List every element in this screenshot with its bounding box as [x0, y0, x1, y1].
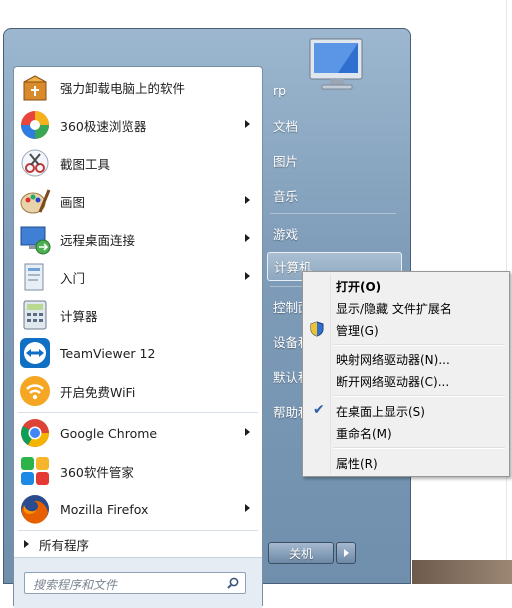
triangle-right-icon	[24, 540, 29, 548]
right-link-music[interactable]: 音乐	[267, 180, 402, 210]
submenu-arrow-icon[interactable]	[245, 234, 250, 242]
context-separator	[333, 395, 505, 397]
right-separator	[270, 213, 396, 214]
context-item-label: 显示/隐藏 文件扩展名	[336, 302, 452, 316]
program-label: 强力卸载电脑上的软件	[60, 80, 186, 96]
submenu-arrow-icon[interactable]	[245, 120, 250, 128]
program-label: 计算器	[60, 308, 98, 324]
context-item-properties[interactable]: 属性(R)	[305, 452, 507, 474]
right-link-label: 文档	[273, 118, 299, 134]
context-item-label: 属性(R)	[336, 457, 378, 471]
submenu-arrow-icon[interactable]	[245, 272, 250, 280]
program-label: 远程桌面连接	[60, 232, 136, 248]
program-item-paint[interactable]: 画图	[14, 182, 262, 220]
program-item-uninstaller[interactable]: 强力卸载电脑上的软件	[14, 68, 262, 106]
search-area: 搜索程序和文件	[14, 557, 262, 608]
context-item-map-network-drive[interactable]: 映射网络驱动器(N)...	[305, 348, 507, 370]
right-link-documents[interactable]: 文档	[267, 110, 402, 140]
computer-context-menu: 打开(O) 显示/隐藏 文件扩展名 管理(G) 映射网络驱动器(N)... 断开…	[302, 271, 510, 477]
search-input[interactable]: 搜索程序和文件	[24, 572, 246, 594]
desktop-wallpaper-strip	[412, 560, 512, 584]
program-label: 截图工具	[60, 156, 111, 172]
software-manager-360-icon	[18, 454, 52, 488]
wifi-icon	[18, 374, 52, 408]
context-item-label: 重命名(M)	[336, 427, 392, 441]
teamviewer-icon	[18, 336, 52, 370]
program-label: 360软件管家	[60, 464, 134, 480]
context-separator	[333, 344, 505, 346]
context-item-show-on-desktop[interactable]: ✔ 在桌面上显示(S)	[305, 400, 507, 422]
context-item-disconnect-network-drive[interactable]: 断开网络驱动器(C)...	[305, 370, 507, 392]
submenu-arrow-icon[interactable]	[245, 196, 250, 204]
program-item-free-wifi[interactable]: 开启免费WiFi	[14, 372, 262, 410]
pinned-separator	[18, 412, 258, 413]
program-label: Google Chrome	[60, 425, 158, 441]
getting-started-icon	[18, 260, 52, 294]
program-item-calculator[interactable]: 计算器	[14, 296, 262, 334]
chrome-icon	[18, 416, 52, 450]
remote-desktop-icon	[18, 222, 52, 256]
right-link-games[interactable]: 游戏	[267, 218, 402, 248]
submenu-arrow-icon[interactable]	[245, 504, 250, 512]
program-item-remote-desktop[interactable]: 远程桌面连接	[14, 220, 262, 258]
programs-pane: 强力卸载电脑上的软件 360极速浏览器 截图工具 画图 远程桌面连接 入门 计算…	[13, 66, 263, 608]
program-item-google-chrome[interactable]: Google Chrome	[14, 414, 262, 452]
all-programs-separator	[18, 530, 258, 531]
program-item-teamviewer[interactable]: TeamViewer 12	[14, 334, 262, 372]
context-item-manage[interactable]: 管理(G)	[305, 319, 507, 341]
program-label: TeamViewer 12	[60, 345, 156, 361]
program-item-mozilla-firefox[interactable]: Mozilla Firefox	[14, 490, 262, 528]
all-programs-button[interactable]: 所有程序	[14, 533, 262, 555]
right-link-pictures[interactable]: 图片	[267, 145, 402, 175]
checkmark-icon: ✔	[313, 402, 325, 418]
uac-shield-icon	[310, 321, 324, 337]
right-link-label: 图片	[273, 153, 299, 169]
program-label: 开启免费WiFi	[60, 384, 136, 400]
program-item-getting-started[interactable]: 入门	[14, 258, 262, 296]
context-item-toggle-extensions[interactable]: 显示/隐藏 文件扩展名	[305, 297, 507, 319]
context-item-label: 映射网络驱动器(N)...	[336, 353, 450, 367]
search-icon[interactable]	[227, 577, 239, 589]
program-item-snipping-tool[interactable]: 截图工具	[14, 144, 262, 182]
program-item-360-browser[interactable]: 360极速浏览器	[14, 106, 262, 144]
context-item-rename[interactable]: 重命名(M)	[305, 422, 507, 444]
program-label: 画图	[60, 194, 86, 210]
shutdown-button[interactable]: 关机	[268, 542, 334, 564]
paint-icon	[18, 184, 52, 218]
shutdown-label: 关机	[288, 546, 313, 561]
program-label: Mozilla Firefox	[60, 501, 149, 517]
browser-360-icon	[18, 108, 52, 142]
right-link-label: rp	[273, 82, 287, 98]
calculator-icon	[18, 298, 52, 332]
context-item-label: 在桌面上显示(S)	[336, 405, 425, 419]
context-item-label: 断开网络驱动器(C)...	[336, 375, 450, 389]
search-placeholder: 搜索程序和文件	[33, 578, 118, 592]
context-item-label: 打开(O)	[336, 280, 382, 294]
firefox-icon	[18, 492, 52, 526]
snipping-tool-icon	[18, 146, 52, 180]
context-separator	[333, 447, 505, 449]
context-item-open[interactable]: 打开(O)	[305, 275, 507, 297]
program-label: 入门	[60, 270, 86, 286]
shutdown-options-arrow-icon[interactable]	[336, 542, 356, 564]
context-item-label: 管理(G)	[336, 324, 379, 338]
program-item-360-software-manager[interactable]: 360软件管家	[14, 452, 262, 490]
uninstall-box-icon	[18, 70, 52, 104]
program-label: 360极速浏览器	[60, 118, 147, 134]
right-link-user-folder[interactable]: rp	[267, 75, 402, 105]
right-link-label: 游戏	[273, 226, 299, 242]
all-programs-label: 所有程序	[39, 537, 90, 553]
submenu-arrow-icon[interactable]	[245, 428, 250, 436]
right-link-label: 音乐	[273, 188, 299, 204]
